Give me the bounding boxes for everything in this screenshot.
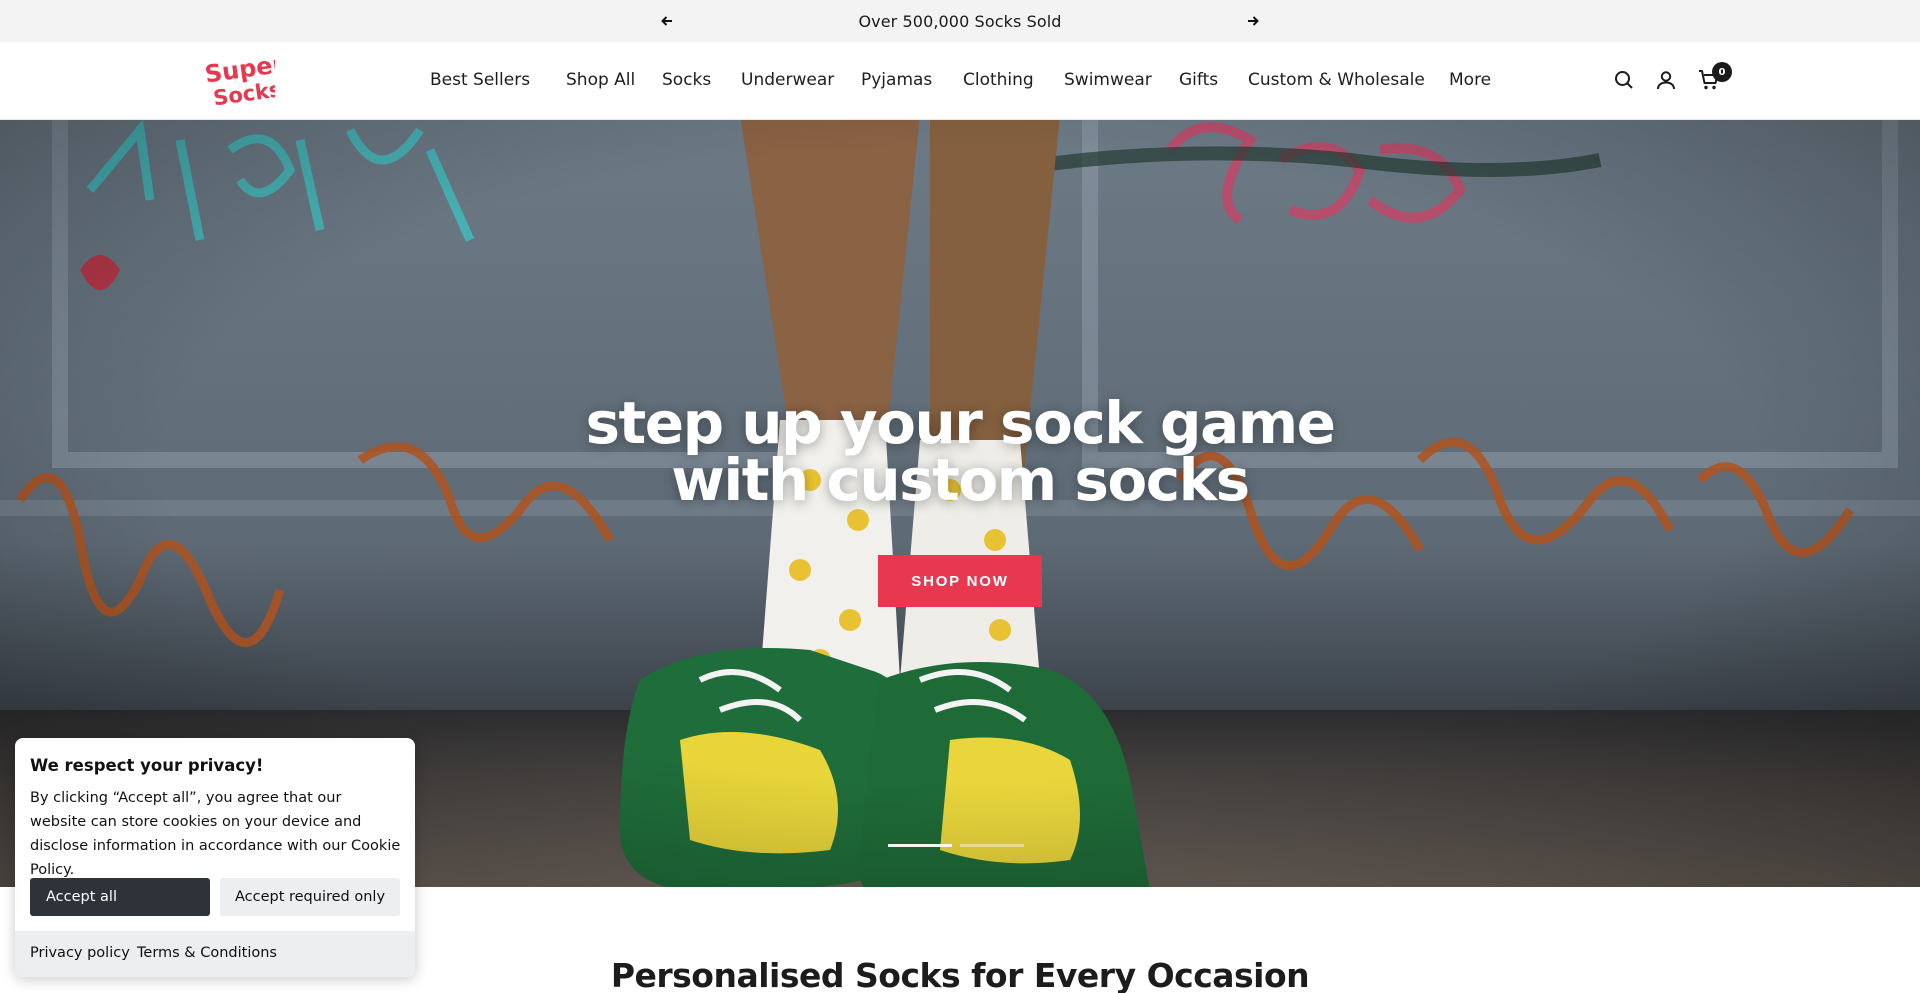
account-button[interactable]: [1653, 67, 1679, 93]
super-socks-logo: Super Socks: [203, 50, 286, 111]
site-logo[interactable]: Super Socks: [203, 50, 286, 111]
hero-title-line-2: with custom socks: [671, 446, 1250, 514]
site-header: Super Socks Best Sellers Shop All Socks …: [0, 42, 1920, 120]
announcement-prev-button[interactable]: [655, 9, 679, 33]
arrow-right-icon: [1248, 16, 1259, 26]
nav-custom-wholesale[interactable]: Custom & Wholesale: [1248, 70, 1425, 90]
nav-best-sellers[interactable]: Best Sellers: [430, 70, 530, 90]
privacy-policy-link[interactable]: Privacy policy: [30, 945, 130, 961]
hero-title: step up your sock game with custom socks: [0, 394, 1920, 509]
nav-socks[interactable]: Socks: [662, 70, 711, 90]
cookie-body: By clicking “Accept all”, you agree that…: [30, 790, 401, 878]
nav-shop-all[interactable]: Shop All: [566, 70, 635, 90]
cookie-footer: Privacy policy Terms & Conditions: [15, 931, 415, 977]
accept-all-button[interactable]: Accept all: [30, 878, 210, 916]
cookie-consent-popup: We respect your privacy! By clicking “Ac…: [15, 738, 415, 977]
nav-underwear[interactable]: Underwear: [741, 70, 834, 90]
announcement-next-button[interactable]: [1241, 9, 1265, 33]
nav-clothing[interactable]: Clothing: [963, 70, 1034, 90]
cookie-title: We respect your privacy!: [30, 756, 264, 775]
terms-conditions-link[interactable]: Terms & Conditions: [137, 945, 277, 961]
arrow-left-icon: [661, 16, 672, 26]
nav-more[interactable]: More: [1449, 70, 1491, 90]
nav-pyjamas[interactable]: Pyjamas: [861, 70, 932, 90]
account-icon: [1657, 71, 1675, 90]
nav-swimwear[interactable]: Swimwear: [1064, 70, 1152, 90]
shop-now-button[interactable]: SHOP NOW: [878, 555, 1042, 607]
announcement-text: Over 500,000 Socks Sold: [858, 11, 1062, 31]
announcement-bar: Over 500,000 Socks Sold: [0, 0, 1920, 42]
slideshow-dots: [888, 844, 1024, 847]
search-icon: [1615, 71, 1633, 89]
search-button[interactable]: [1611, 67, 1637, 93]
cart-count-badge: 0: [1712, 62, 1732, 82]
slide-dot-1[interactable]: [888, 844, 952, 847]
slide-dot-2[interactable]: [960, 844, 1024, 847]
nav-gifts[interactable]: Gifts: [1179, 70, 1218, 90]
accept-required-button[interactable]: Accept required only: [220, 878, 400, 916]
